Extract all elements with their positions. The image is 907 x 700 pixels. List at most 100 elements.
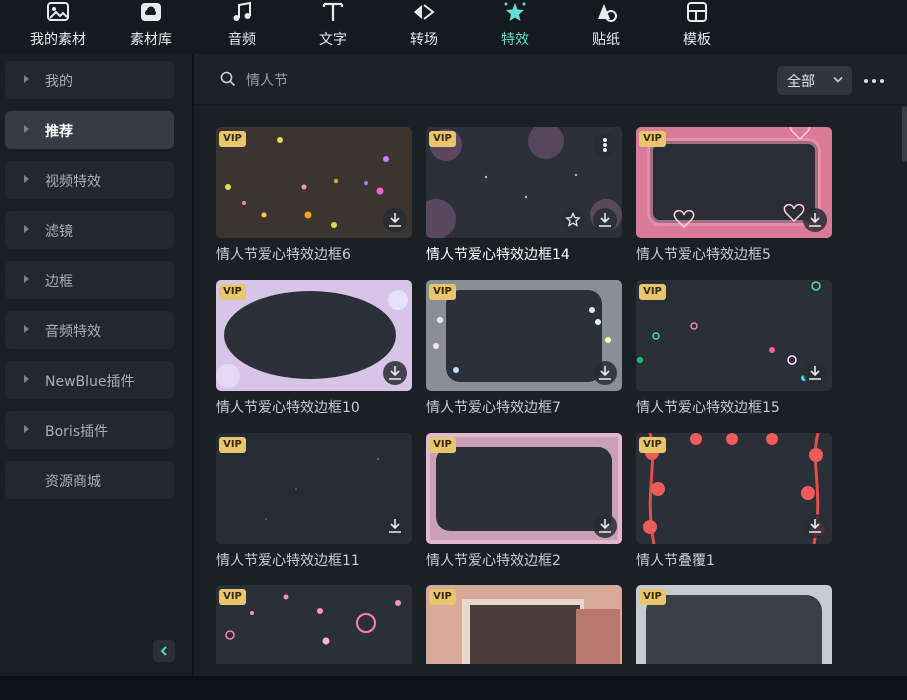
caret-right-icon xyxy=(24,175,29,183)
effect-thumbnail[interactable]: VIP xyxy=(426,433,622,544)
download-icon xyxy=(389,213,401,227)
effect-card[interactable]: VIP 情人节爱心特效边框6 xyxy=(216,127,412,264)
effect-name: 情人节爱心特效边框14 xyxy=(426,247,570,263)
effect-thumbnail[interactable]: VIP xyxy=(636,280,832,391)
effect-card[interactable]: VIP 情人节爱心特效边框11 xyxy=(216,433,412,570)
category-sidebar: 我的 推荐 视频特效 滤镜 边框 音频特效 NewBlue插件 Boris插件 … xyxy=(0,54,193,676)
sidebar-item-audio-effects[interactable]: 音频特效 xyxy=(5,311,174,349)
effect-card[interactable]: VIP 情人节爱心特效边框2 xyxy=(426,433,622,570)
effect-thumbnail[interactable]: VIP xyxy=(216,280,412,391)
effect-name: 情人节爱心特效边框15 xyxy=(636,400,780,416)
download-icon xyxy=(599,519,611,533)
effect-card[interactable]: VIP xyxy=(426,585,622,664)
sidebar-item-label: 滤镜 xyxy=(45,224,73,240)
tab-transition[interactable]: 转场 xyxy=(384,0,464,54)
vip-badge: VIP xyxy=(219,437,246,453)
tab-my-media[interactable]: 我的素材 xyxy=(18,0,98,54)
sidebar-item-video-effects[interactable]: 视频特效 xyxy=(5,161,174,199)
effect-thumbnail[interactable]: VIP xyxy=(636,585,832,664)
effect-thumbnail[interactable]: VIP xyxy=(426,585,622,664)
category-filter-select[interactable]: 全部 xyxy=(777,66,852,95)
vip-badge: VIP xyxy=(429,589,456,605)
sidebar-item-mine[interactable]: 我的 xyxy=(5,61,174,99)
tab-label: 我的素材 xyxy=(30,32,86,48)
sticker-icon xyxy=(598,4,617,22)
vip-badge: VIP xyxy=(219,284,246,300)
effect-card[interactable]: VIP 情人节爱心特效边框5 xyxy=(636,127,832,264)
effect-thumbnail[interactable]: VIP xyxy=(426,280,622,391)
sidebar-item-borders[interactable]: 边框 xyxy=(5,261,174,299)
vip-badge: VIP xyxy=(639,437,666,453)
sidebar-item-recommended[interactable]: 推荐 xyxy=(5,111,174,149)
effect-card[interactable]: VIP xyxy=(636,585,832,664)
search-icon xyxy=(220,71,236,87)
effect-name: 情人节爱心特效边框11 xyxy=(216,553,360,569)
tab-label: 特效 xyxy=(501,32,529,48)
more-dots-icon xyxy=(603,148,607,152)
download-button[interactable] xyxy=(803,514,827,538)
sidebar-item-resource-store[interactable]: 资源商城 xyxy=(5,461,174,499)
star-icon xyxy=(565,212,581,227)
card-menu-button[interactable] xyxy=(593,133,617,157)
tab-audio[interactable]: 音频 xyxy=(202,0,282,54)
vip-badge: VIP xyxy=(639,284,666,300)
vip-badge: VIP xyxy=(639,589,666,605)
download-button[interactable] xyxy=(383,208,407,232)
tab-stickers[interactable]: 贴纸 xyxy=(566,0,646,54)
caret-right-icon xyxy=(24,325,29,333)
bottom-panel-edge xyxy=(0,676,907,700)
tab-templates[interactable]: 模板 xyxy=(657,0,737,54)
effect-card[interactable]: VIP 情人节叠覆1 xyxy=(636,433,832,570)
sidebar-item-label: 推荐 xyxy=(45,124,73,140)
caret-right-icon xyxy=(24,225,29,233)
sidebar-item-label: 音频特效 xyxy=(45,324,101,340)
tab-label: 音频 xyxy=(228,32,256,48)
caret-right-icon xyxy=(24,275,29,283)
effect-card[interactable]: VIP 情人节爱心特效边框10 xyxy=(216,280,412,417)
effect-name: 情人节爱心特效边框7 xyxy=(426,400,561,416)
effect-thumbnail[interactable]: VIP xyxy=(636,433,832,544)
sidebar-item-label: 我的 xyxy=(45,74,73,90)
image-folder-icon xyxy=(47,2,69,21)
chevron-left-icon xyxy=(160,646,167,656)
favorite-button[interactable] xyxy=(561,208,585,232)
collapse-sidebar-button[interactable] xyxy=(153,640,175,662)
effect-card[interactable]: VIP 情人节爱心特效边框14 xyxy=(426,127,622,264)
sidebar-item-boris-plugins[interactable]: Boris插件 xyxy=(5,411,174,449)
effect-thumbnail[interactable]: VIP xyxy=(216,127,412,238)
download-button[interactable] xyxy=(803,208,827,232)
download-button[interactable] xyxy=(803,361,827,385)
music-note-icon xyxy=(233,1,251,21)
sidebar-item-filters[interactable]: 滤镜 xyxy=(5,211,174,249)
download-button[interactable] xyxy=(383,514,407,538)
tab-library[interactable]: 素材库 xyxy=(111,0,191,54)
more-dots-icon xyxy=(603,138,607,142)
sidebar-item-label: Boris插件 xyxy=(45,424,109,440)
effect-thumbnail[interactable]: VIP xyxy=(216,433,412,544)
caret-right-icon xyxy=(24,425,29,433)
download-button[interactable] xyxy=(383,361,407,385)
effect-thumbnail[interactable]: VIP xyxy=(216,585,412,664)
download-icon xyxy=(599,213,611,227)
effect-thumbnail[interactable]: VIP xyxy=(636,127,832,238)
tab-label: 素材库 xyxy=(130,32,172,48)
download-button[interactable] xyxy=(593,361,617,385)
search-input[interactable] xyxy=(246,68,626,92)
download-button[interactable] xyxy=(593,208,617,232)
download-button[interactable] xyxy=(593,514,617,538)
caret-right-icon xyxy=(24,375,29,383)
sidebar-item-newblue-plugins[interactable]: NewBlue插件 xyxy=(5,361,174,399)
tab-text[interactable]: 文字 xyxy=(293,0,373,54)
more-options-button[interactable] xyxy=(862,66,890,94)
effect-card[interactable]: VIP 情人节爱心特效边框15 xyxy=(636,280,832,417)
content-panel: 全部 VIP xyxy=(194,54,907,676)
tab-label: 模板 xyxy=(683,32,711,48)
vip-badge: VIP xyxy=(429,437,456,453)
tab-effects[interactable]: 特效 xyxy=(475,0,555,54)
effect-thumbnail[interactable]: VIP xyxy=(426,127,622,238)
scrollbar-thumb[interactable] xyxy=(902,106,907,162)
effect-card[interactable]: VIP xyxy=(216,585,412,664)
vip-badge: VIP xyxy=(429,131,456,147)
sidebar-item-label: 资源商城 xyxy=(45,474,101,490)
effect-card[interactable]: VIP 情人节爱心特效边框7 xyxy=(426,280,622,417)
